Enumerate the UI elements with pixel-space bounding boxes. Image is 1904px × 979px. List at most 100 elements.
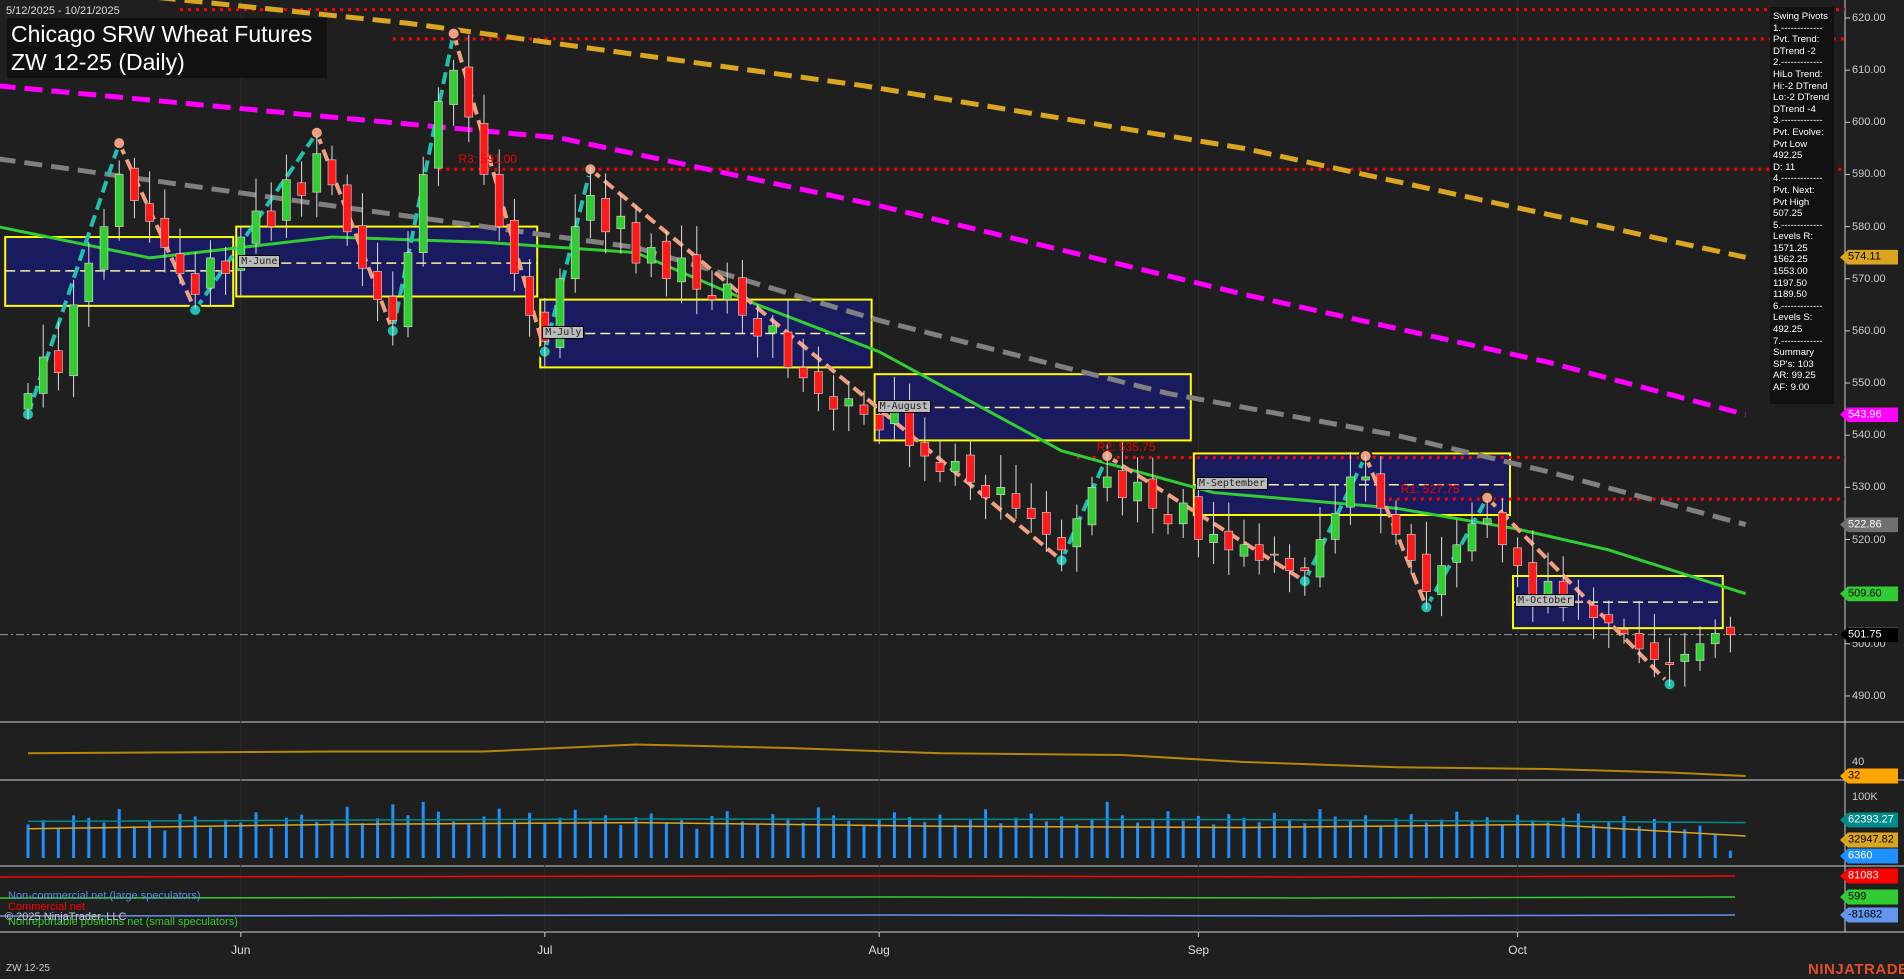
volume-bar — [1607, 821, 1611, 858]
legend-line: DTrend -4 — [1773, 103, 1816, 115]
volume-bar — [41, 820, 45, 858]
swing-zigzag-segment — [1059, 455, 1110, 562]
candle-up — [1102, 476, 1112, 488]
volume-bar — [360, 823, 364, 858]
legend-line: Pvt High — [1773, 196, 1810, 208]
candle-down — [494, 174, 504, 227]
volume-bar — [406, 815, 410, 858]
candle-up — [1482, 518, 1492, 525]
monthly-box-label: M-October — [1515, 594, 1576, 608]
candle-down — [1194, 496, 1203, 540]
volume-bar — [862, 826, 866, 858]
price-tag: 509.60 — [1840, 586, 1898, 602]
price-tick-label: 610.00 — [1852, 64, 1886, 77]
volume-tag: 32947.82 — [1840, 832, 1898, 848]
candle-down — [920, 442, 930, 457]
candle-up — [1680, 653, 1690, 662]
candle-up — [1133, 481, 1142, 502]
price-tick-label: 600.00 — [1852, 116, 1886, 129]
cot-line — [0, 896, 1736, 899]
price-tick-label: 580.00 — [1852, 220, 1886, 233]
volume-bar — [953, 825, 957, 858]
candle-down — [662, 240, 671, 280]
candle-up — [722, 283, 732, 300]
legend-line: Levels S: — [1773, 312, 1813, 324]
volume-bar — [254, 812, 258, 858]
legend-line: Pvt. Trend: — [1773, 34, 1820, 46]
candle-down — [1254, 544, 1264, 561]
candle-down — [130, 167, 139, 201]
legend-line: 507.25 — [1773, 208, 1803, 220]
volume-bar — [330, 820, 334, 858]
price-tag: 501.75 — [1840, 627, 1898, 643]
candle-up — [844, 398, 854, 407]
legend-line: 2.------------- — [1773, 57, 1823, 69]
volume-bar — [512, 819, 516, 858]
swing-pivot-high-marker — [446, 26, 461, 41]
legend-line: Pvt. Next: — [1773, 184, 1815, 196]
volume-bar — [1318, 809, 1322, 858]
volume-bar — [284, 817, 288, 858]
cot-line — [0, 875, 1736, 878]
candle-down — [1118, 470, 1127, 499]
candle-down — [1574, 600, 1583, 603]
candle-up — [646, 247, 656, 264]
candle-down — [966, 454, 975, 483]
legend-line: 6.------------- — [1773, 300, 1823, 312]
legend-line: DTrend -2 — [1773, 45, 1816, 57]
price-chart[interactable] — [0, 0, 1904, 979]
candle-up — [586, 195, 595, 221]
candle-down — [798, 367, 808, 379]
price-tick-label: 490.00 — [1852, 689, 1886, 702]
candle-down — [981, 484, 990, 499]
legend-line: Swing Pivots — [1773, 11, 1828, 22]
candle-down — [935, 462, 945, 473]
price-tick-label: 570.00 — [1852, 272, 1886, 285]
candle-down — [1513, 547, 1522, 566]
chart-subtitle: ZW 12-25 (Daily) — [11, 49, 185, 75]
candle-up — [1346, 476, 1355, 508]
candle-down — [859, 404, 869, 415]
swing-pivot-high-marker — [112, 136, 127, 151]
volume-bar — [1485, 817, 1489, 858]
osc-tick-label: 40 — [1852, 756, 1865, 768]
volume-bar — [1592, 824, 1596, 858]
volume-bar — [588, 820, 592, 858]
candle-down — [1604, 614, 1614, 624]
legend-line: Hi:-2 DTrend — [1773, 80, 1828, 92]
price-tick-label: 620.00 — [1852, 12, 1886, 24]
legend-line: 4.------------- — [1773, 173, 1823, 185]
candle-up — [1437, 565, 1446, 596]
candle-down — [707, 295, 717, 300]
month-label: Jun — [231, 943, 251, 957]
resistance-level-label: R1: 527.75 — [1400, 482, 1460, 497]
candle-up — [1087, 487, 1097, 526]
monthly-box-label: M-August — [876, 399, 931, 413]
volume-bar — [1029, 813, 1033, 858]
swing-pivots-legend: Swing Pivots 1.------------- Pvt. Trend: DT… — [1770, 7, 1834, 404]
candle-down — [327, 159, 337, 186]
price-tag: 522.86 — [1840, 517, 1898, 533]
candle-down — [266, 210, 276, 227]
cot-line — [0, 914, 1736, 917]
candle-up — [1178, 502, 1188, 525]
volume-bar — [1531, 820, 1535, 858]
candle-up — [1361, 476, 1370, 481]
volume-bar — [725, 811, 729, 858]
volume-bar — [497, 808, 501, 858]
volume-bar — [832, 815, 836, 858]
candle-up — [768, 325, 778, 334]
price-tag: 574.11 — [1840, 249, 1898, 265]
volume-bar — [1151, 818, 1155, 858]
candle-up — [1072, 518, 1082, 548]
price-tick-label: 590.00 — [1852, 168, 1886, 181]
month-label: Aug — [868, 943, 890, 957]
volume-bar — [467, 824, 471, 858]
volume-bar — [436, 811, 440, 858]
candle-down — [175, 253, 185, 274]
legend-line: 1197.50 — [1773, 277, 1807, 289]
volume-bar — [740, 821, 744, 858]
volume-bar — [1014, 817, 1018, 858]
candle-up — [206, 257, 215, 289]
candle-up — [1315, 539, 1325, 578]
